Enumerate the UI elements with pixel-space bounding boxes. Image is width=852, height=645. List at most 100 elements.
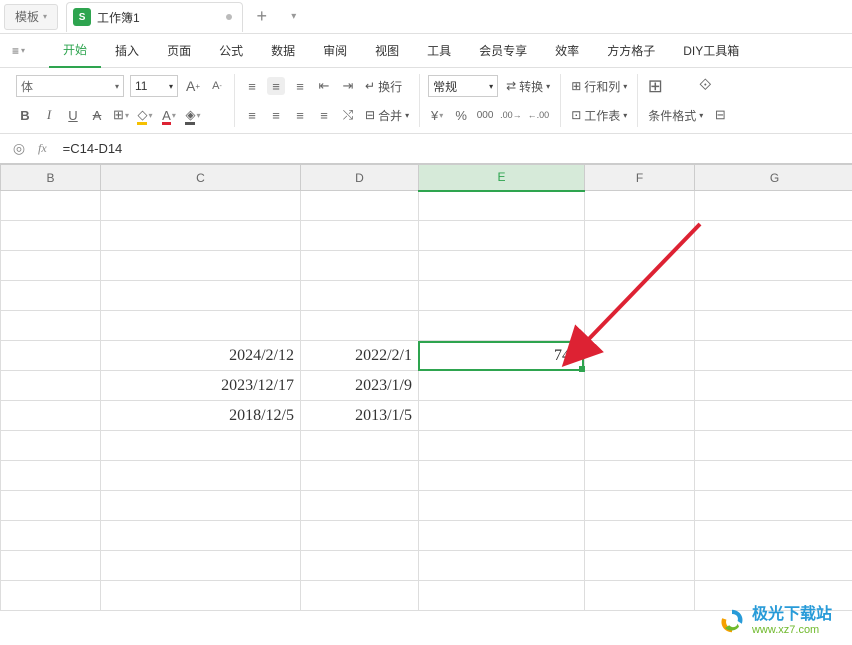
cell[interactable] bbox=[419, 281, 585, 311]
cell[interactable] bbox=[301, 311, 419, 341]
cell[interactable] bbox=[1, 491, 101, 521]
cell[interactable] bbox=[1, 311, 101, 341]
cell[interactable]: 2018/12/5 bbox=[101, 401, 301, 431]
currency-button[interactable]: ¥▾ bbox=[428, 106, 446, 124]
cell[interactable] bbox=[101, 551, 301, 581]
align-bottom-button[interactable]: ≡ bbox=[291, 77, 309, 95]
cell[interactable]: 2023/1/9 bbox=[301, 371, 419, 401]
cell[interactable] bbox=[695, 311, 852, 341]
align-top-button[interactable]: ≡ bbox=[243, 77, 261, 95]
cell[interactable] bbox=[1, 581, 101, 611]
cell[interactable] bbox=[1, 341, 101, 371]
strikethrough-button[interactable]: A bbox=[88, 106, 106, 124]
table-style-button[interactable]: ⊟ bbox=[711, 106, 729, 124]
cell[interactable] bbox=[585, 341, 695, 371]
cell[interactable] bbox=[101, 251, 301, 281]
cell[interactable] bbox=[419, 221, 585, 251]
cell[interactable] bbox=[101, 461, 301, 491]
cell[interactable] bbox=[301, 551, 419, 581]
cell[interactable] bbox=[695, 491, 852, 521]
cell[interactable] bbox=[101, 221, 301, 251]
decrease-indent-button[interactable]: ⇤ bbox=[315, 77, 333, 95]
workbook-tab[interactable]: S 工作簿1 bbox=[66, 2, 243, 32]
cell[interactable]: 2024/2/12 bbox=[101, 341, 301, 371]
decrease-font-button[interactable]: A- bbox=[208, 77, 226, 95]
cell[interactable] bbox=[101, 491, 301, 521]
cell[interactable] bbox=[419, 491, 585, 521]
formula-input[interactable]: =C14-D14 bbox=[57, 141, 852, 156]
cell[interactable] bbox=[695, 551, 852, 581]
cell[interactable] bbox=[419, 461, 585, 491]
cell[interactable] bbox=[1, 371, 101, 401]
fill-color-button[interactable]: ◇▾ bbox=[136, 106, 154, 124]
menu-item-2[interactable]: 页面 bbox=[153, 34, 205, 68]
cell[interactable] bbox=[695, 521, 852, 551]
menu-item-8[interactable]: 会员专享 bbox=[465, 34, 541, 68]
menu-item-11[interactable]: DIY工具箱 bbox=[669, 34, 753, 68]
menu-item-9[interactable]: 效率 bbox=[541, 34, 593, 68]
distribute-button[interactable]: ≡ bbox=[315, 106, 333, 124]
phonetic-button[interactable]: ◈▾ bbox=[184, 106, 202, 124]
cell[interactable] bbox=[419, 581, 585, 611]
fx-label[interactable]: fx bbox=[38, 141, 47, 156]
merge-button[interactable]: ⊟ 合并 ▾ bbox=[363, 104, 411, 126]
name-box-icon[interactable]: ◎ bbox=[10, 140, 28, 158]
cell[interactable] bbox=[101, 281, 301, 311]
cell[interactable] bbox=[1, 191, 101, 221]
cell[interactable] bbox=[1, 551, 101, 581]
cell[interactable] bbox=[419, 251, 585, 281]
cell[interactable] bbox=[419, 431, 585, 461]
cell[interactable] bbox=[301, 581, 419, 611]
cell[interactable] bbox=[585, 311, 695, 341]
cell[interactable] bbox=[585, 251, 695, 281]
cell[interactable] bbox=[1, 221, 101, 251]
cell[interactable] bbox=[585, 431, 695, 461]
cond-fmt-button[interactable]: 条件格式 ▾ bbox=[646, 104, 705, 126]
cell[interactable] bbox=[1, 431, 101, 461]
spreadsheet-grid[interactable]: BCDEFG 2024/2/122022/2/17412023/12/17202… bbox=[0, 164, 852, 611]
cell[interactable] bbox=[695, 341, 852, 371]
cell[interactable] bbox=[1, 251, 101, 281]
cell[interactable] bbox=[419, 521, 585, 551]
cell[interactable] bbox=[301, 191, 419, 221]
cell[interactable]: 741 bbox=[419, 341, 585, 371]
col-header-F[interactable]: F bbox=[585, 165, 695, 191]
menu-item-5[interactable]: 审阅 bbox=[309, 34, 361, 68]
cell[interactable] bbox=[695, 431, 852, 461]
cell[interactable] bbox=[585, 461, 695, 491]
cell[interactable] bbox=[101, 311, 301, 341]
increase-decimal-button[interactable]: .00→ bbox=[500, 106, 522, 124]
cell[interactable] bbox=[585, 281, 695, 311]
cell[interactable] bbox=[301, 281, 419, 311]
app-menu-button[interactable]: ≡ ▾ bbox=[8, 39, 29, 63]
percent-button[interactable]: % bbox=[452, 106, 470, 124]
menu-item-7[interactable]: 工具 bbox=[413, 34, 465, 68]
cell[interactable] bbox=[1, 521, 101, 551]
font-size-select[interactable]: 11 ▾ bbox=[130, 75, 178, 97]
border-button[interactable]: ⊞▾ bbox=[112, 106, 130, 124]
cell[interactable] bbox=[101, 581, 301, 611]
menu-item-10[interactable]: 方方格子 bbox=[593, 34, 669, 68]
cell[interactable] bbox=[695, 191, 852, 221]
cell[interactable] bbox=[419, 311, 585, 341]
cell[interactable] bbox=[301, 521, 419, 551]
new-tab-button[interactable]: + bbox=[249, 4, 275, 30]
number-format-select[interactable]: 常规 ▾ bbox=[428, 75, 498, 97]
cell[interactable] bbox=[301, 251, 419, 281]
font-color-button[interactable]: A▾ bbox=[160, 106, 178, 124]
cell[interactable] bbox=[695, 251, 852, 281]
cell[interactable] bbox=[419, 551, 585, 581]
cell[interactable] bbox=[101, 191, 301, 221]
cell[interactable] bbox=[585, 401, 695, 431]
cell[interactable] bbox=[585, 581, 695, 611]
cell-style-button[interactable]: ⊞ bbox=[646, 77, 664, 95]
menu-item-4[interactable]: 数据 bbox=[257, 34, 309, 68]
col-header-C[interactable]: C bbox=[101, 165, 301, 191]
increase-indent-button[interactable]: ⇥ bbox=[339, 77, 357, 95]
cell[interactable] bbox=[695, 371, 852, 401]
menu-item-1[interactable]: 插入 bbox=[101, 34, 153, 68]
cell[interactable] bbox=[695, 401, 852, 431]
cell[interactable] bbox=[419, 401, 585, 431]
menu-item-3[interactable]: 公式 bbox=[205, 34, 257, 68]
cell[interactable] bbox=[101, 431, 301, 461]
